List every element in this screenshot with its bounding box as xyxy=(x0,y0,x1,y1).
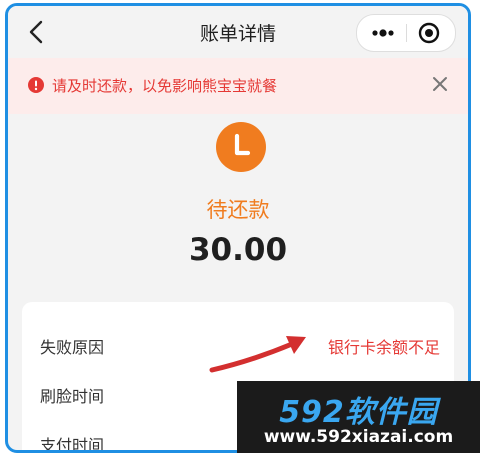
failure-reason-label: 失败原因 xyxy=(40,338,105,357)
payment-time-label: 支付时间 xyxy=(40,436,105,453)
failure-reason-value: 银行卡余额不足 xyxy=(327,338,440,357)
bill-amount: 30.00 xyxy=(188,232,288,268)
bill-status: 待还款 xyxy=(206,198,270,222)
face-scan-time-label: 刷脸时间 xyxy=(40,387,105,406)
mini-program-capsule xyxy=(356,14,456,52)
watermark-brand: 592软件园 xyxy=(279,395,438,430)
close-icon[interactable] xyxy=(430,74,450,94)
payment-alert-banner: 请及时还款，以免影响熊宝宝就餐 xyxy=(8,58,468,114)
alert-message: 请及时还款，以免影响熊宝宝就餐 xyxy=(52,77,278,95)
exclamation-circle-icon xyxy=(28,77,44,93)
clock-icon xyxy=(216,122,266,172)
more-dots-icon[interactable] xyxy=(369,23,397,43)
navigation-bar: 账单详情 xyxy=(8,6,468,58)
target-icon[interactable] xyxy=(417,21,441,45)
annotation-arrow xyxy=(209,336,306,373)
watermark-url: www.592xiazai.com xyxy=(263,427,454,447)
capsule-divider xyxy=(406,24,407,42)
site-watermark: 592软件园 www.592xiazai.com xyxy=(237,381,480,453)
